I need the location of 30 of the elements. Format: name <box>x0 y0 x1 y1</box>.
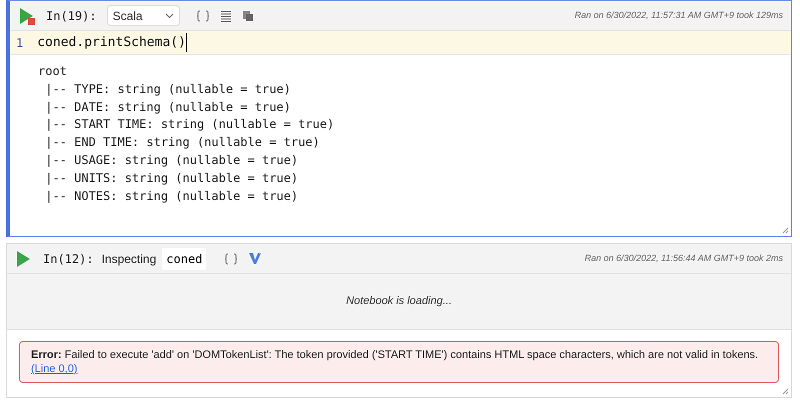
line-number: 1 <box>16 34 24 52</box>
output-line: |-- TYPE: string (nullable = true) <box>44 80 292 98</box>
output-line: |-- END TIME: string (nullable = true) <box>44 134 321 152</box>
copy-icon[interactable] <box>242 10 254 22</box>
language-dropdown[interactable]: Scala <box>106 5 180 26</box>
run-icon[interactable] <box>18 6 36 26</box>
output-line: |-- START TIME: string (nullable = true) <box>44 116 336 134</box>
cell-prompt: In(19): <box>46 8 97 24</box>
output-line: root <box>38 63 68 80</box>
output-line: |-- USAGE: string (nullable = true) <box>44 152 300 169</box>
variable-name: coned <box>162 248 206 270</box>
run-info: Ran on 6/30/2022, 11:57:31 AM GMT+9 took 129ms <box>574 8 783 22</box>
loading-message: Notebook is loading... <box>346 294 452 310</box>
list-icon[interactable] <box>220 10 232 22</box>
run-info: Ran on 6/30/2022, 11:56:44 AM GMT+9 took 2ms <box>584 252 783 265</box>
output-line: |-- NOTES: string (nullable = true) <box>44 188 300 205</box>
error-text: Error: Failed to execute 'add' on 'DOMTokenList': The token provided ('START TIME') contains HTML space characters, which are not valid in tokens. <box>31 349 758 361</box>
resize-handle-icon[interactable] <box>782 388 789 395</box>
output-line: |-- UNITS: string (nullable = true) <box>44 170 300 187</box>
braces-icon[interactable] <box>224 252 238 264</box>
chevron-down-icon <box>164 12 174 18</box>
output-line: |-- DATE: string (nullable = true) <box>44 98 292 116</box>
inspect-label: Inspecting <box>102 250 156 268</box>
braces-icon[interactable] <box>196 10 210 22</box>
code-line[interactable]: coned.printSchema() <box>37 32 187 52</box>
notebook-cell[interactable] <box>6 0 792 237</box>
resize-handle-icon[interactable] <box>782 227 789 234</box>
cell-prompt: In(12): <box>43 250 94 268</box>
v-logo-icon[interactable] <box>248 252 262 265</box>
error-line-link[interactable]: (Line 0,0) <box>31 363 78 375</box>
